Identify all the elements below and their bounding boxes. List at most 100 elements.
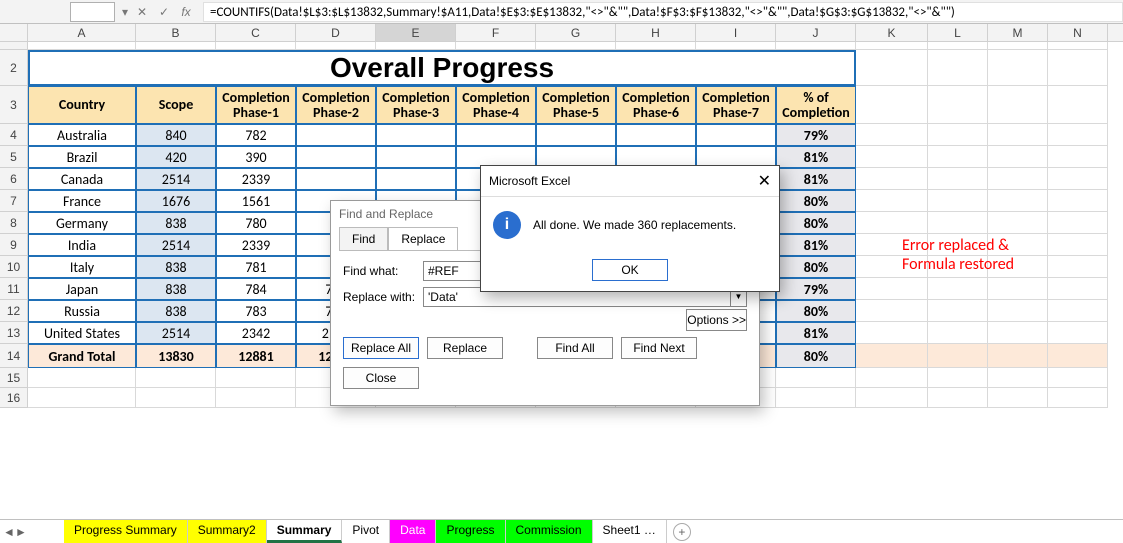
row-header[interactable]: 4 — [0, 124, 28, 146]
cell[interactable] — [988, 300, 1048, 322]
cell[interactable] — [1048, 146, 1108, 168]
row-header[interactable]: 3 — [0, 86, 28, 124]
cell-phase[interactable]: 782 — [216, 124, 296, 146]
cell[interactable] — [616, 42, 696, 50]
cell[interactable] — [296, 42, 376, 50]
cell-country[interactable]: France — [28, 190, 136, 212]
column-header[interactable]: I — [696, 24, 776, 41]
cell[interactable] — [1048, 388, 1108, 408]
cell-scope[interactable]: 840 — [136, 124, 216, 146]
cell[interactable] — [1048, 86, 1108, 124]
close-button[interactable]: Close — [343, 367, 419, 389]
cell[interactable] — [928, 212, 988, 234]
cell[interactable] — [928, 50, 988, 86]
sheet-tab[interactable]: Summary2 — [188, 520, 267, 543]
cell[interactable] — [856, 388, 928, 408]
select-all-corner[interactable] — [0, 24, 28, 41]
column-header[interactable]: B — [136, 24, 216, 41]
cell[interactable] — [776, 42, 856, 50]
cell[interactable] — [988, 322, 1048, 344]
sheet-tab[interactable]: Progress — [436, 520, 505, 543]
cell-pct[interactable]: 79% — [776, 124, 856, 146]
cell-phase[interactable] — [536, 124, 616, 146]
cell[interactable] — [856, 300, 928, 322]
cell-phase[interactable]: 2339 — [216, 234, 296, 256]
cell-pct[interactable]: 80% — [776, 344, 856, 368]
cell[interactable] — [928, 300, 988, 322]
row-header[interactable]: 16 — [0, 388, 28, 408]
cell[interactable] — [928, 322, 988, 344]
cell-phase[interactable]: 781 — [216, 256, 296, 278]
cell[interactable] — [1048, 300, 1108, 322]
cell-scope[interactable]: 2514 — [136, 234, 216, 256]
cell[interactable] — [696, 42, 776, 50]
cell-phase[interactable] — [616, 124, 696, 146]
row-header[interactable]: 7 — [0, 190, 28, 212]
cell[interactable] — [1048, 278, 1108, 300]
cell-scope[interactable]: 2514 — [136, 322, 216, 344]
cell[interactable] — [988, 190, 1048, 212]
row-header[interactable]: 10 — [0, 256, 28, 278]
cell[interactable] — [856, 168, 928, 190]
cell[interactable] — [856, 344, 928, 368]
cell-phase[interactable]: 390 — [216, 146, 296, 168]
cell[interactable] — [928, 368, 988, 388]
cell[interactable] — [28, 368, 136, 388]
sheet-tab[interactable]: Pivot — [342, 520, 390, 543]
cell[interactable] — [988, 168, 1048, 190]
cell[interactable] — [136, 42, 216, 50]
column-header[interactable]: L — [928, 24, 988, 41]
cell-phase[interactable] — [376, 168, 456, 190]
cell-phase[interactable]: 780 — [216, 212, 296, 234]
cell[interactable] — [1048, 212, 1108, 234]
confirm-formula-icon[interactable]: ✓ — [153, 5, 175, 19]
column-header[interactable]: J — [776, 24, 856, 41]
row-header[interactable]: 2 — [0, 50, 28, 86]
options-button[interactable]: Options >> — [686, 309, 747, 331]
cell-pct[interactable]: 80% — [776, 212, 856, 234]
cell[interactable] — [856, 86, 928, 124]
cell-scope[interactable]: 838 — [136, 256, 216, 278]
cell-country[interactable]: India — [28, 234, 136, 256]
cell-pct[interactable]: 81% — [776, 234, 856, 256]
cell[interactable] — [28, 388, 136, 408]
close-icon[interactable]: ✕ — [758, 171, 771, 191]
cell[interactable] — [1048, 50, 1108, 86]
cell-scope[interactable]: 838 — [136, 278, 216, 300]
cell[interactable] — [1048, 42, 1108, 50]
formula-input[interactable]: =COUNTIFS(Data!$L$3:$L$13832,Summary!$A1… — [203, 2, 1123, 22]
cell[interactable] — [1048, 168, 1108, 190]
cell-pct[interactable]: 80% — [776, 190, 856, 212]
cell-phase[interactable] — [296, 168, 376, 190]
cell[interactable] — [988, 368, 1048, 388]
cell[interactable] — [988, 42, 1048, 50]
column-header[interactable]: F — [456, 24, 536, 41]
cell[interactable] — [776, 368, 856, 388]
cell[interactable] — [928, 344, 988, 368]
cell[interactable] — [928, 86, 988, 124]
cell[interactable] — [988, 388, 1048, 408]
row-header[interactable]: 5 — [0, 146, 28, 168]
name-box[interactable] — [70, 2, 115, 22]
cell[interactable] — [856, 190, 928, 212]
column-header[interactable]: N — [1048, 24, 1108, 41]
cell-phase[interactable]: 2342 — [216, 322, 296, 344]
cell[interactable] — [856, 42, 928, 50]
cell[interactable] — [988, 50, 1048, 86]
column-header[interactable]: C — [216, 24, 296, 41]
cell[interactable] — [856, 50, 928, 86]
cell-country[interactable]: United States — [28, 322, 136, 344]
cell-phase[interactable] — [296, 146, 376, 168]
cell[interactable] — [856, 124, 928, 146]
cell[interactable] — [216, 388, 296, 408]
cell-country[interactable]: Japan — [28, 278, 136, 300]
cell-scope[interactable]: 838 — [136, 300, 216, 322]
cell-phase[interactable] — [376, 124, 456, 146]
cell[interactable] — [1048, 190, 1108, 212]
cell[interactable] — [1048, 256, 1108, 278]
cell[interactable] — [136, 388, 216, 408]
new-sheet-button[interactable]: + — [673, 523, 691, 541]
cell[interactable] — [1048, 322, 1108, 344]
cell[interactable] — [536, 42, 616, 50]
cell[interactable] — [988, 278, 1048, 300]
